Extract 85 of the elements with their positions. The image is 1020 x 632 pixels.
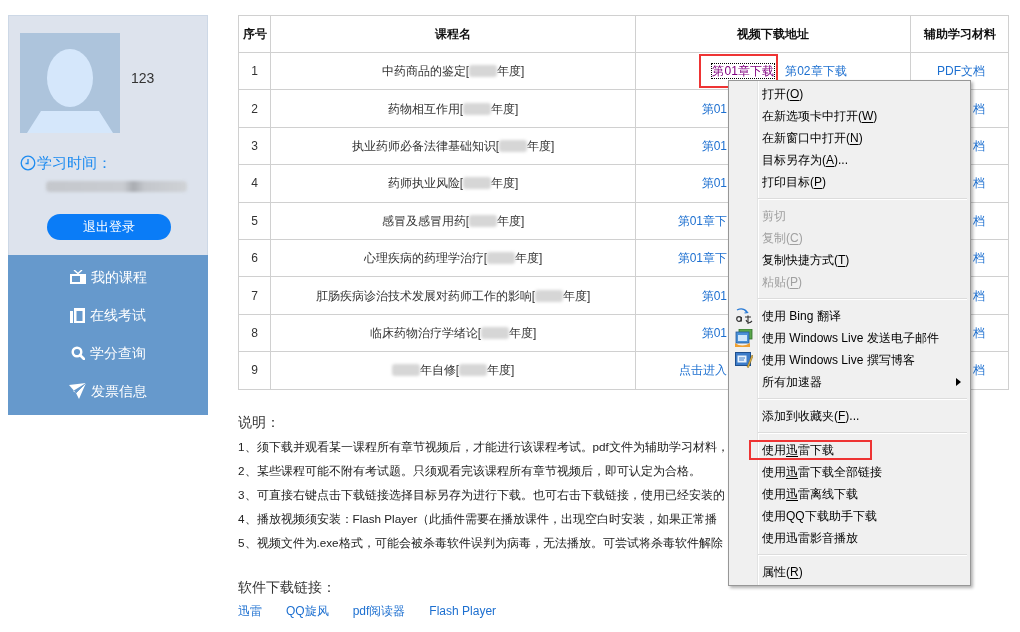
software-link[interactable]: QQ旋风 [286, 600, 329, 621]
course-name: 药师执业风险[ 年度] [387, 176, 519, 191]
clock-icon [20, 155, 36, 171]
course-name: 年自修[ 年度] [391, 363, 515, 378]
menu-item[interactable]: 使用迅雷下载 [730, 439, 969, 461]
menu-item[interactable]: 使用迅雷影音播放 [730, 527, 969, 549]
downloads-heading: 软件下载链接： [238, 577, 336, 597]
menu-item[interactable]: 复制快捷方式(T) [730, 249, 969, 271]
blog-window-icon [735, 351, 753, 369]
material-link[interactable]: 档 [973, 288, 985, 303]
material-link[interactable]: 档 [973, 363, 985, 378]
material-link[interactable]: 档 [973, 213, 985, 228]
username-text: 123 [131, 70, 155, 86]
tv-icon [69, 270, 86, 284]
row-number: 7 [251, 288, 258, 303]
menu-item[interactable]: 使用 Windows Live 发送电子邮件 [730, 327, 969, 349]
submenu-arrow-icon [956, 378, 961, 386]
course-name: 药物相互作用[ 年度] [387, 101, 519, 116]
course-name: 中药商品的鉴定[ 年度] [381, 64, 525, 79]
translate-icon [735, 307, 753, 325]
mail-window-icon [735, 329, 753, 347]
material-link[interactable]: PDF文档 [937, 64, 985, 79]
material-link[interactable]: 档 [973, 325, 985, 340]
course-name: 执业药师必备法律基础知识[ 年度] [351, 138, 555, 153]
menu-item[interactable]: 使用 Bing 翻译 [730, 305, 969, 327]
row-number: 2 [251, 101, 258, 116]
menu-item[interactable]: 添加到收藏夹(F)... [730, 405, 969, 427]
material-link[interactable]: 档 [973, 138, 985, 153]
nav-item[interactable]: 我的课程 [69, 258, 147, 296]
note-text: 4、播放视频须安装：Flash Player（此插件需要在播放课件，出现空白时安装，如果正常播 [238, 510, 718, 527]
download-link[interactable]: 第01 [701, 288, 727, 303]
nav-item[interactable]: 在线考试 [70, 296, 146, 334]
download-link[interactable]: 第01 [701, 101, 727, 116]
download-link[interactable]: 第01章下 [677, 213, 727, 228]
row-number: 6 [251, 251, 258, 266]
paper-plane-icon [69, 383, 86, 399]
column-header: 序号 [242, 27, 267, 41]
column-header: 课程名 [435, 27, 471, 41]
menu-item[interactable]: 使用迅雷下载全部链接 [730, 461, 969, 483]
note-text: 3、可直接右键点击下载链接选择目标另存为进行下载。也可右击下载链接，使用已经安装的 [238, 486, 725, 503]
course-name: 肛肠疾病诊治技术发展对药师工作的影响[ 年度] [315, 288, 591, 303]
course-name: 临床药物治疗学绪论[ 年度] [369, 325, 537, 340]
menu-item[interactable]: 属性(R) [730, 561, 969, 583]
material-link[interactable]: 档 [973, 101, 985, 116]
note-text: 2、某些课程可能不附有考试题。只须观看完该课程所有章节视频后，即可认定为合格。 [238, 462, 701, 479]
study-time-label: 学习时间： [37, 154, 112, 172]
row-number: 5 [251, 213, 258, 228]
menu-item[interactable]: 在新选项卡中打开(W) [730, 105, 969, 127]
download-link[interactable]: 第01章下载 [712, 64, 774, 79]
menu-item[interactable]: 在新窗口中打开(N) [730, 127, 969, 149]
download-link[interactable]: 点击进入 [679, 363, 727, 378]
column-header: 辅助学习材料 [923, 27, 996, 41]
menu-item[interactable]: 所有加速器 [730, 371, 969, 393]
row-number: 3 [251, 138, 258, 153]
row-number: 4 [251, 176, 258, 191]
column-header: 视频下载地址 [737, 27, 809, 41]
software-link[interactable]: 迅雷 [238, 600, 262, 621]
download-link[interactable]: 第01章下 [677, 251, 727, 266]
nav-item[interactable]: 学分查询 [70, 334, 146, 372]
menu-item[interactable]: 使用 Windows Live 撰写博客 [730, 349, 969, 371]
download-link[interactable]: 第02章下载 [785, 64, 847, 79]
software-link[interactable]: Flash Player [429, 600, 497, 621]
row-number: 1 [251, 64, 258, 79]
menu-item[interactable]: 使用QQ下载助手下载 [730, 505, 969, 527]
download-link[interactable]: 第01 [701, 176, 727, 191]
software-link[interactable]: pdf阅读器 [352, 600, 406, 621]
document-icon [70, 307, 85, 323]
row-number: 8 [251, 325, 258, 340]
menu-item[interactable]: 打开(O) [730, 83, 969, 105]
nav-item[interactable]: 发票信息 [69, 372, 147, 410]
download-link[interactable]: 第01 [701, 138, 727, 153]
material-link[interactable]: 档 [973, 176, 985, 191]
material-link[interactable]: 档 [973, 251, 985, 266]
note-text: 5、视频文件为.exe格式，可能会被杀毒软件误判为病毒，无法播放。可尝试将杀毒软件解除 [238, 534, 723, 551]
menu-item[interactable]: 打印目标(P) [730, 171, 969, 193]
note-text: 1、须下载并观看某一课程所有章节视频后，才能进行该课程考试。pdf文件为辅助学习材料， [238, 438, 729, 455]
menu-item[interactable]: 使用迅雷离线下载 [730, 483, 969, 505]
logout-button[interactable]: 退出登录 [47, 214, 171, 240]
row-number: 9 [251, 363, 258, 378]
course-name: 感冒及感冒用药[ 年度] [381, 213, 525, 228]
notes-heading: 说明： [238, 412, 280, 432]
search-icon [70, 346, 85, 360]
course-name: 心理疾病的药理学治疗[ 年度] [363, 251, 543, 266]
menu-item[interactable]: 目标另存为(A)... [730, 149, 969, 171]
download-link[interactable]: 第01 [701, 325, 727, 340]
